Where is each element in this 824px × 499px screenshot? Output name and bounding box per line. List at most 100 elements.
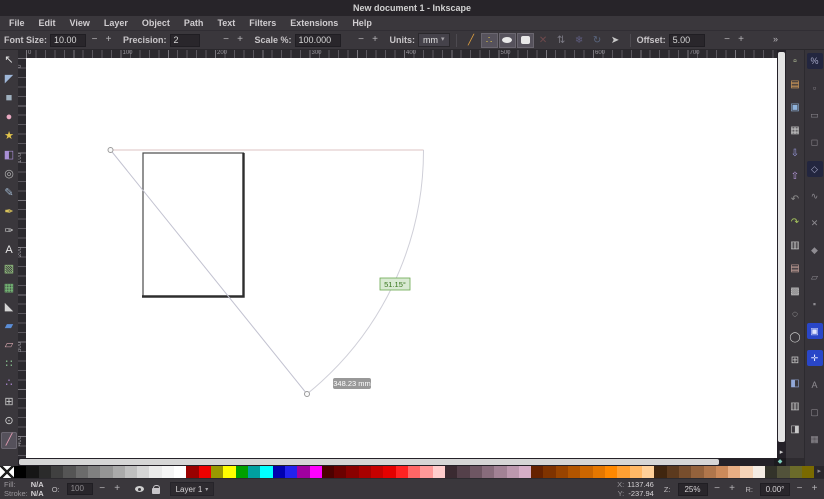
menu-edit[interactable]: Edit xyxy=(33,17,62,29)
palette-swatch[interactable] xyxy=(790,466,802,478)
node-tool-button[interactable]: ◤ xyxy=(1,71,17,88)
palette-swatch[interactable] xyxy=(482,466,494,478)
mesh-tool-button[interactable]: ▦ xyxy=(1,280,17,297)
scale-increase-button[interactable]: + xyxy=(370,34,381,47)
duplicate-button[interactable]: ▩ xyxy=(787,283,803,299)
preferences-dialog-button[interactable]: ◨ xyxy=(787,421,803,437)
zoom-tool-button[interactable]: ⊙ xyxy=(1,413,17,430)
palette-swatch[interactable] xyxy=(580,466,592,478)
palette-swatch[interactable] xyxy=(371,466,383,478)
zoom-to-page-button[interactable]: ◯ xyxy=(787,329,803,345)
menu-help[interactable]: Help xyxy=(346,17,378,29)
gradient-tool-button[interactable]: ▧ xyxy=(1,261,17,278)
palette-swatch[interactable] xyxy=(359,466,371,478)
rectangle-object[interactable] xyxy=(143,153,244,297)
offset-increase-button[interactable]: + xyxy=(736,34,747,47)
vertical-scrollbar-thumb[interactable] xyxy=(778,52,785,442)
palette-swatch[interactable] xyxy=(568,466,580,478)
horizontal-scrollbar-thumb[interactable] xyxy=(19,459,719,465)
palette-swatch[interactable] xyxy=(716,466,728,478)
scale-input[interactable]: 100.000 xyxy=(295,34,341,47)
measure-segments-toggle[interactable]: ╱ xyxy=(463,33,480,48)
palette-swatch[interactable] xyxy=(642,466,654,478)
palette-swatch[interactable] xyxy=(753,466,765,478)
title-bar[interactable]: New document 1 - Inkscape xyxy=(0,0,824,16)
palette-swatch[interactable] xyxy=(26,466,38,478)
zoom-to-drawing-button[interactable]: ◌ xyxy=(787,306,803,322)
show-hidden-intersections-toggle[interactable] xyxy=(517,33,534,48)
snap-smooth-nodes-toggle[interactable]: ▱ xyxy=(807,269,823,285)
precision-decrease-button[interactable]: − xyxy=(221,34,232,47)
palette-scroll-arrow-icon[interactable]: ▸ xyxy=(814,466,824,478)
opacity-increase-button[interactable]: + xyxy=(112,484,123,495)
layer-visibility-icon[interactable] xyxy=(135,486,144,492)
snap-nodes-toggle[interactable]: ◇ xyxy=(807,161,823,177)
horizontal-ruler[interactable]: 0100200300400500600700 xyxy=(26,50,777,58)
menu-extensions[interactable]: Extensions xyxy=(284,17,344,29)
palette-swatch[interactable] xyxy=(630,466,642,478)
palette-swatch[interactable] xyxy=(408,466,420,478)
palette-swatch[interactable] xyxy=(691,466,703,478)
zoom-increase-button[interactable]: + xyxy=(727,483,738,496)
palette-swatch[interactable] xyxy=(507,466,519,478)
snap-path-intersections-toggle[interactable]: ✕ xyxy=(807,215,823,231)
zoom-decrease-button[interactable]: − xyxy=(712,483,723,496)
paint-bucket-tool-button[interactable]: ▰ xyxy=(1,318,17,335)
zoom-input[interactable]: 25% xyxy=(678,483,708,496)
scroll-down-arrow-icon[interactable]: ▸ xyxy=(778,448,785,457)
save-document-button[interactable]: ▣ xyxy=(787,99,803,115)
palette-swatch[interactable] xyxy=(654,466,666,478)
snap-paths-toggle[interactable]: ∿ xyxy=(807,188,823,204)
palette-swatch[interactable] xyxy=(420,466,432,478)
ignore-first-last-toggle[interactable]: ∴ xyxy=(481,33,498,48)
vertical-ruler[interactable]: 0100200300400 xyxy=(18,58,26,458)
fill-stroke-indicator[interactable]: Fill: N/A Stroke: N/A xyxy=(4,480,44,498)
opacity-decrease-button[interactable]: − xyxy=(97,484,108,495)
eraser-tool-button[interactable]: ▱ xyxy=(1,337,17,354)
snap-midpoints-toggle[interactable]: ▪ xyxy=(807,296,823,312)
ellipse-tool-button[interactable]: ● xyxy=(1,109,17,126)
palette-swatch[interactable] xyxy=(113,466,125,478)
palette-swatch[interactable] xyxy=(63,466,75,478)
palette-swatch[interactable] xyxy=(346,466,358,478)
palette-swatch[interactable] xyxy=(149,466,161,478)
text-tool-button[interactable]: A xyxy=(1,242,17,259)
snap-cusp-nodes-toggle[interactable]: ◆ xyxy=(807,242,823,258)
menu-object[interactable]: Object xyxy=(136,17,176,29)
palette-swatch[interactable] xyxy=(100,466,112,478)
palette-swatch[interactable] xyxy=(236,466,248,478)
palette-swatch[interactable] xyxy=(14,466,26,478)
rotation-decrease-button[interactable]: − xyxy=(794,483,805,496)
menu-filters[interactable]: Filters xyxy=(243,17,282,29)
precision-input[interactable]: 2 xyxy=(170,34,200,47)
palette-swatch[interactable] xyxy=(704,466,716,478)
palette-swatch[interactable] xyxy=(285,466,297,478)
palette-swatch[interactable] xyxy=(433,466,445,478)
palette-swatch[interactable] xyxy=(728,466,740,478)
import-image-button[interactable]: ⇩ xyxy=(787,145,803,161)
palette-swatch-none[interactable] xyxy=(0,466,14,478)
font-size-increase-button[interactable]: + xyxy=(103,34,114,47)
phantom-measure-toggle[interactable]: ❄ xyxy=(571,33,588,48)
snap-rotation-centers-toggle[interactable]: ✛ xyxy=(807,350,823,366)
opacity-input[interactable]: 100 xyxy=(67,483,93,495)
snap-grid-toggle[interactable]: ▦ xyxy=(807,431,823,447)
measure-tool-button[interactable]: ╱ xyxy=(1,432,17,449)
palette-swatch[interactable] xyxy=(765,466,777,478)
palette-swatch[interactable] xyxy=(248,466,260,478)
sticky-zoom-icon[interactable]: ◆ xyxy=(774,458,786,466)
palette-swatch[interactable] xyxy=(174,466,186,478)
selector-tool-button[interactable]: ↖ xyxy=(1,52,17,69)
palette-swatch[interactable] xyxy=(617,466,629,478)
tweak-tool-button[interactable]: ∴ xyxy=(1,375,17,392)
pencil-tool-button[interactable]: ✎ xyxy=(1,185,17,202)
palette-swatch[interactable] xyxy=(223,466,235,478)
snap-bounding-box-toggle[interactable]: ▫ xyxy=(807,80,823,96)
palette-swatch[interactable] xyxy=(494,466,506,478)
palette-swatch[interactable] xyxy=(679,466,691,478)
vertical-scrollbar[interactable]: ▸ xyxy=(777,50,786,458)
palette-swatch[interactable] xyxy=(334,466,346,478)
spiral-tool-button[interactable]: ◎ xyxy=(1,166,17,183)
undo-button[interactable]: ↶ xyxy=(787,191,803,207)
palette-swatch[interactable] xyxy=(470,466,482,478)
